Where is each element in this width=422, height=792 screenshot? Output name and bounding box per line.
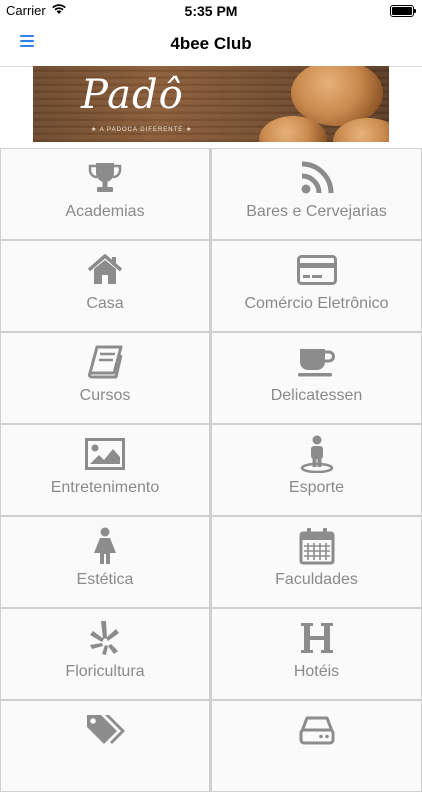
- status-bar: Carrier 5:35 PM: [0, 0, 422, 22]
- coffee-cup-icon: [297, 349, 335, 377]
- category-estetica[interactable]: Estética: [0, 516, 211, 608]
- clock: 5:35 PM: [184, 3, 238, 19]
- category-tags[interactable]: [0, 700, 211, 792]
- female-icon: [94, 527, 116, 564]
- category-casa[interactable]: Casa: [0, 240, 211, 332]
- category-esporte[interactable]: Esporte: [211, 424, 422, 516]
- category-entretenimento[interactable]: Entretenimento: [0, 424, 211, 516]
- category-label: Floricultura: [65, 663, 145, 680]
- category-label: Casa: [86, 295, 124, 312]
- category-hoteis[interactable]: Hotéis: [211, 608, 422, 700]
- navigation-bar: 4bee Club: [0, 22, 422, 67]
- tags-icon: [87, 715, 125, 744]
- category-label: Faculdades: [275, 571, 358, 588]
- category-faculdades[interactable]: Faculdades: [211, 516, 422, 608]
- book-icon: [87, 345, 123, 379]
- hdd-icon: [299, 716, 334, 745]
- trophy-icon: [88, 163, 122, 192]
- category-label: Hotéis: [293, 663, 340, 680]
- banner-tagline: ★ A PADOCA DIFERENTE ★: [91, 127, 193, 133]
- category-label: Cursos: [79, 387, 131, 404]
- category-label: Academias: [65, 203, 145, 220]
- credit-card-icon: [296, 255, 337, 285]
- category-label: Estética: [76, 571, 134, 588]
- banner-brand: Padô: [81, 72, 184, 118]
- category-label: Esporte: [288, 479, 345, 496]
- yelp-icon: [90, 621, 119, 655]
- category-comercio-eletronico[interactable]: Comércio Eletrônico: [211, 240, 422, 332]
- category-label: Bares e Cervejarias: [246, 203, 387, 220]
- home-icon: [87, 254, 123, 284]
- category-label: Entretenimento: [50, 479, 160, 496]
- person-pin-icon: [300, 435, 333, 473]
- category-label: Delicatessen: [270, 387, 363, 404]
- battery-icon: [390, 5, 416, 17]
- category-cursos[interactable]: Cursos: [0, 332, 211, 424]
- category-bares-e-cervejarias[interactable]: Bares e Cervejarias: [211, 148, 422, 240]
- category-floricultura[interactable]: Floricultura: [0, 608, 211, 700]
- promo-banner[interactable]: Padô ★ A PADOCA DIFERENTE ★: [33, 66, 389, 142]
- category-storage[interactable]: [211, 700, 422, 792]
- hotel-h-icon: [300, 623, 333, 653]
- page-title: 4bee Club: [170, 34, 252, 53]
- category-label: Comércio Eletrônico: [244, 295, 389, 312]
- category-academias[interactable]: Academias: [0, 148, 211, 240]
- image-icon: [85, 438, 125, 470]
- calendar-icon: [299, 528, 334, 565]
- category-delicatessen[interactable]: Delicatessen: [211, 332, 422, 424]
- rss-icon: [301, 161, 333, 194]
- category-grid: Academias Bares e Cervejarias Casa Comér…: [0, 148, 422, 792]
